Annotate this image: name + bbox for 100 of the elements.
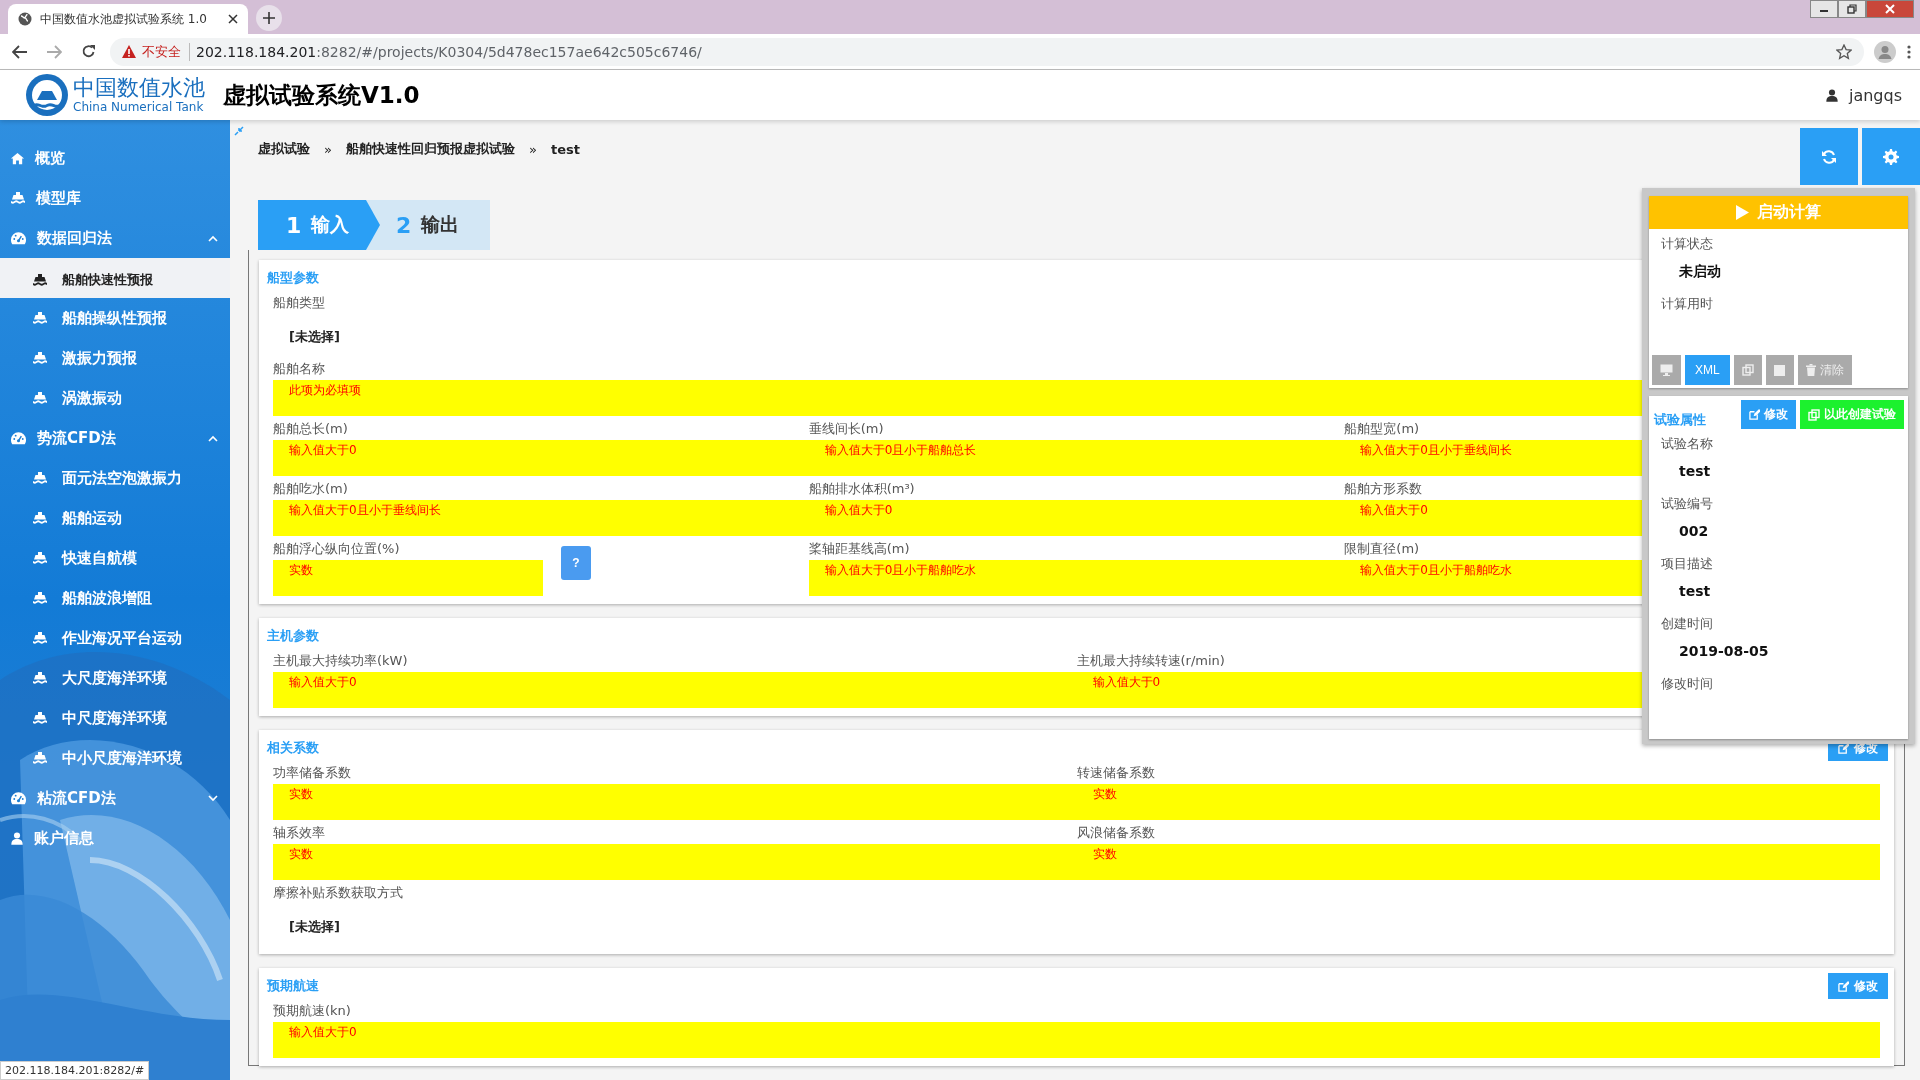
info-value: 未启动: [1678, 262, 1722, 281]
input-field[interactable]: 输入值大于0: [273, 1022, 1880, 1058]
sidebar-item[interactable]: 模型库: [0, 178, 230, 218]
close-icon[interactable]: [228, 14, 238, 24]
trash-icon: [1805, 364, 1816, 376]
chevron-up-icon: [208, 234, 218, 242]
ship-icon: [32, 710, 48, 726]
sidebar-item[interactable]: 势流CFD法: [0, 418, 230, 458]
sidebar-item[interactable]: 数据回归法: [0, 218, 230, 258]
info-label: 创建时间: [1660, 615, 1714, 633]
sidebar-item[interactable]: 面元法空泡激振力: [0, 458, 230, 498]
user-icon: [10, 830, 24, 846]
collapse-icon[interactable]: [234, 126, 244, 136]
input-field[interactable]: 实数: [1076, 784, 1880, 820]
sidebar-item[interactable]: 涡激振动: [0, 378, 230, 418]
help-button[interactable]: ?: [561, 546, 591, 580]
field-label: 摩擦补贴系数获取方式: [273, 884, 403, 902]
browser-tab[interactable]: 中国数值水池虚拟试验系统 1.0: [8, 4, 248, 34]
user-name[interactable]: jangqs: [1848, 85, 1902, 105]
breadcrumb-item[interactable]: 虚拟试验: [258, 140, 310, 158]
info-label: 计算状态: [1660, 235, 1714, 253]
sidebar-item[interactable]: 大尺度海洋环境: [0, 658, 230, 698]
profile-icon[interactable]: [1874, 40, 1896, 63]
input-field[interactable]: 实数: [273, 784, 1077, 820]
sidebar-item[interactable]: 中小尺度海洋环境: [0, 738, 230, 778]
input-field[interactable]: 输入值大于0: [273, 440, 809, 476]
status-url: 202.118.184.201:8282/#: [0, 1061, 150, 1080]
edit-button[interactable]: 修改: [1741, 400, 1796, 429]
back-arrow-icon: [12, 44, 28, 59]
field-label: 限制直径(m): [1344, 540, 1420, 558]
copy-icon: [1741, 364, 1754, 376]
star-icon[interactable]: [1836, 43, 1852, 60]
input-field[interactable]: 输入值大于0: [808, 500, 1345, 536]
new-tab-button[interactable]: [256, 5, 282, 31]
field-label: 船舶排水体积(m³): [808, 480, 915, 498]
chevron-down-icon: [208, 794, 218, 802]
edit-button[interactable]: 修改: [1828, 973, 1888, 999]
settings-icon: [1883, 148, 1899, 165]
step-tab[interactable]: 1 输入: [258, 200, 380, 250]
ship-icon: [32, 590, 48, 606]
select-value[interactable]: [未选择]: [273, 904, 340, 946]
ship-icon: [32, 390, 48, 406]
copy-icon: [1808, 408, 1820, 421]
sidebar-item[interactable]: 船舶运动: [0, 498, 230, 538]
field-label: 转速储备系数: [1076, 764, 1155, 782]
sidebar-item[interactable]: 中尺度海洋环境: [0, 698, 230, 738]
input-field[interactable]: 输入值大于0: [273, 672, 1077, 708]
sidebar-item[interactable]: 作业海况平台运动: [0, 618, 230, 658]
field-label: 船舶吃水(m): [273, 480, 348, 498]
sidebar-item[interactable]: 激振力预报: [0, 338, 230, 378]
toolbar-button[interactable]: XML: [1685, 355, 1730, 385]
sidebar-item[interactable]: 船舶波浪增阻: [0, 578, 230, 618]
restore-button[interactable]: [1838, 0, 1866, 18]
sidebar-item[interactable]: 船舶快速性预报: [0, 258, 230, 298]
field-label: 船舶浮心纵向位置(%): [273, 540, 400, 558]
field-label: 垂线间长(m): [808, 420, 884, 438]
sidebar-item[interactable]: 快速自航模: [0, 538, 230, 578]
breadcrumb-item[interactable]: 船舶快速性回归预报虚拟试验: [345, 140, 515, 158]
info-label: 计算用时: [1660, 295, 1714, 313]
info-value: 2019-08-05: [1678, 642, 1770, 661]
close-button[interactable]: [1866, 0, 1914, 18]
input-field[interactable]: 实数: [1076, 844, 1880, 880]
minimize-button[interactable]: [1810, 0, 1838, 18]
field-label: 轴系效率: [273, 824, 325, 842]
address-bar[interactable]: 不安全 202.118.184.201:8282/#/projects/K0304/5d478ec157ae642c505c6746/: [110, 37, 1864, 66]
stop-icon: [1774, 364, 1786, 376]
sidebar-item[interactable]: 船舶操纵性预报: [0, 298, 230, 338]
dashboard-icon: [10, 231, 27, 245]
field-label: 船舶方形系数: [1344, 480, 1423, 498]
breadcrumb-separator: »: [324, 141, 332, 157]
refresh-icon: [1821, 148, 1837, 165]
play-icon: [1736, 205, 1749, 220]
ship-icon: [32, 750, 48, 766]
field-label: 功率储备系数: [273, 764, 351, 782]
chevron-up-icon: [208, 434, 218, 442]
input-field[interactable]: 实数: [273, 844, 1077, 880]
field-label: 预期航速(kn): [273, 1002, 351, 1020]
input-field[interactable]: 输入值大于0且小于垂线间长: [273, 500, 809, 536]
ship-icon: [32, 510, 48, 526]
step-tab[interactable]: 2 输出: [366, 200, 490, 250]
sidebar-item[interactable]: 粘流CFD法: [0, 778, 230, 818]
field-label: 桨轴距基线高(m): [808, 540, 910, 558]
input-field[interactable]: 输入值大于0且小于船舶吃水: [808, 560, 1345, 596]
globe-icon: [18, 12, 32, 26]
ship-icon: [32, 670, 48, 686]
select-value[interactable]: [未选择]: [273, 314, 340, 356]
menu-icon[interactable]: [1906, 43, 1912, 60]
settings-button[interactable]: [1862, 128, 1920, 185]
warning-icon: [122, 45, 136, 58]
close-icon: [1885, 4, 1895, 14]
section-title: 船型参数: [267, 269, 319, 287]
ship-icon: [10, 190, 26, 206]
field-label: 船舶型宽(m): [1344, 420, 1420, 438]
logo-title: 中国数值水池: [73, 77, 205, 99]
section-title: 主机参数: [267, 627, 319, 645]
input-field[interactable]: 实数: [273, 560, 543, 596]
breadcrumb-separator: »: [528, 141, 537, 157]
sidebar-item[interactable]: 概览: [0, 138, 230, 178]
sidebar-item[interactable]: 账户信息: [0, 818, 230, 858]
input-field[interactable]: 输入值大于0且小于船舶总长: [808, 440, 1345, 476]
